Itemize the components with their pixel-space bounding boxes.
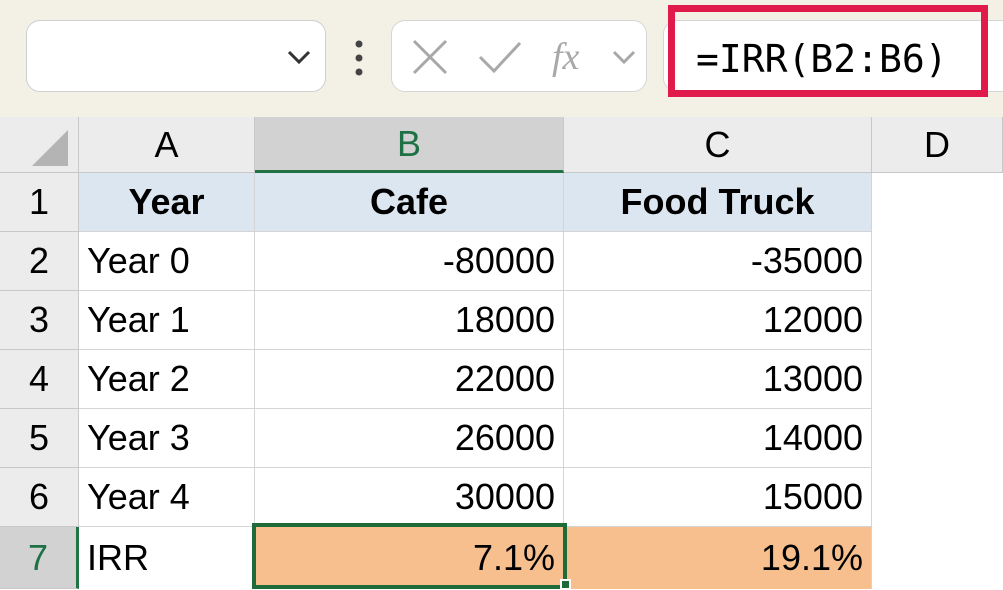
fx-icon[interactable]: fx bbox=[550, 33, 600, 81]
cell-c4[interactable]: 13000 bbox=[564, 350, 872, 409]
function-controls: fx bbox=[391, 20, 647, 92]
svg-text:fx: fx bbox=[552, 36, 580, 78]
cell-a4[interactable]: Year 2 bbox=[79, 350, 255, 409]
cell-a2[interactable]: Year 0 bbox=[79, 232, 255, 291]
cell-d1[interactable] bbox=[872, 173, 1003, 232]
chevron-down-icon[interactable] bbox=[285, 45, 313, 69]
cell-a7[interactable]: IRR bbox=[79, 527, 255, 589]
cell-b3[interactable]: 18000 bbox=[255, 291, 564, 350]
formula-toolbar: fx =IRR(B2:B6) bbox=[0, 0, 1003, 117]
fill-handle[interactable] bbox=[560, 579, 571, 590]
column-header-c[interactable]: C bbox=[564, 117, 872, 173]
cell-c6[interactable]: 15000 bbox=[564, 468, 872, 527]
checkmark-icon[interactable] bbox=[476, 37, 524, 77]
cell-c5[interactable]: 14000 bbox=[564, 409, 872, 468]
row-header-7[interactable]: 7 bbox=[0, 527, 79, 589]
cell-c3[interactable]: 12000 bbox=[564, 291, 872, 350]
column-header-d[interactable]: D bbox=[872, 117, 1003, 173]
cell-b5[interactable]: 26000 bbox=[255, 409, 564, 468]
cell-b4[interactable]: 22000 bbox=[255, 350, 564, 409]
name-box[interactable] bbox=[26, 20, 326, 92]
row-header-2[interactable]: 2 bbox=[0, 232, 79, 291]
column-header-b[interactable]: B bbox=[255, 117, 564, 173]
row-header-3[interactable]: 3 bbox=[0, 291, 79, 350]
cell-b2[interactable]: -80000 bbox=[255, 232, 564, 291]
select-all-corner[interactable] bbox=[0, 117, 79, 173]
cell-c1[interactable]: Food Truck bbox=[564, 173, 872, 232]
row-header-5[interactable]: 5 bbox=[0, 409, 79, 468]
cell-a1[interactable]: Year bbox=[79, 173, 255, 232]
column-header-a[interactable]: A bbox=[79, 117, 255, 173]
cancel-x-icon[interactable] bbox=[410, 37, 450, 77]
cell-b7[interactable]: 7.1% bbox=[255, 527, 564, 589]
cell-c7[interactable]: 19.1% bbox=[564, 527, 872, 589]
row-header-4[interactable]: 4 bbox=[0, 350, 79, 409]
chevron-down-icon[interactable] bbox=[610, 45, 638, 69]
cell-a6[interactable]: Year 4 bbox=[79, 468, 255, 527]
select-all-triangle-icon bbox=[32, 130, 68, 166]
cell-a5[interactable]: Year 3 bbox=[79, 409, 255, 468]
cell-a3[interactable]: Year 1 bbox=[79, 291, 255, 350]
spreadsheet-grid: A B C D 1 2 3 4 5 6 7 Year Cafe Food Tru… bbox=[0, 117, 1003, 589]
vertical-ellipsis-icon[interactable] bbox=[349, 39, 369, 79]
row-header-6[interactable]: 6 bbox=[0, 468, 79, 527]
cell-b6[interactable]: 30000 bbox=[255, 468, 564, 527]
cell-c2[interactable]: -35000 bbox=[564, 232, 872, 291]
row-header-1[interactable]: 1 bbox=[0, 173, 79, 232]
cell-b1[interactable]: Cafe bbox=[255, 173, 564, 232]
formula-input[interactable]: =IRR(B2:B6) bbox=[696, 35, 948, 83]
